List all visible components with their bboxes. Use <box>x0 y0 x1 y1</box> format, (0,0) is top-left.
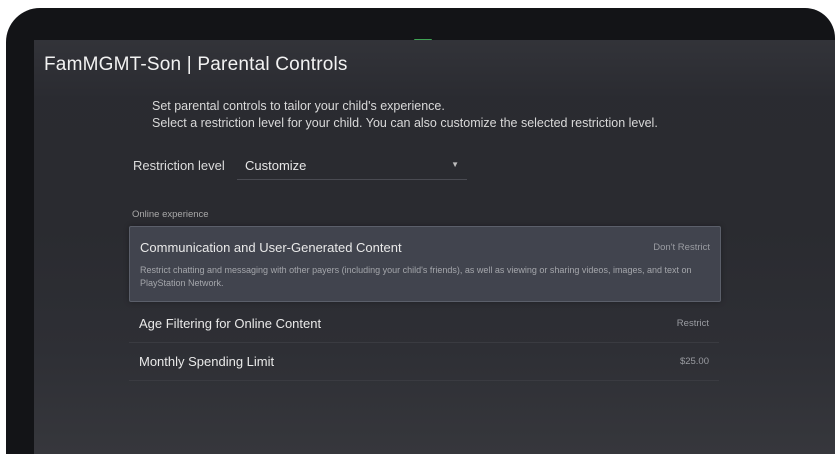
setting-description: Restrict chatting and messaging with oth… <box>140 265 692 288</box>
setting-status: Restrict <box>676 318 709 329</box>
page-title: FamMGMT-Son | Parental Controls <box>44 54 348 75</box>
restriction-level-label: Restriction level <box>133 158 225 173</box>
description-line-2: Select a restriction level for your chil… <box>152 116 658 130</box>
description-line-1: Set parental controls to tailor your chi… <box>152 99 445 113</box>
setting-age-filtering[interactable]: Age Filtering for Online Content Restric… <box>129 304 719 343</box>
online-experience-section-label: Online experience <box>132 209 209 220</box>
restriction-level-dropdown[interactable]: Customize ▼ <box>237 151 467 180</box>
setting-name: Communication and User-Generated Content <box>140 240 402 255</box>
setting-status: $25.00 <box>679 356 709 367</box>
setting-monthly-spending-limit[interactable]: Monthly Spending Limit $25.00 <box>129 342 719 381</box>
setting-communication-ugc[interactable]: Communication and User-Generated Content… <box>129 226 721 302</box>
setting-name: Monthly Spending Limit <box>139 354 275 369</box>
restriction-level-value: Customize <box>245 158 307 173</box>
setting-status: Don't Restrict <box>653 242 710 253</box>
screen: FamMGMT-Son | Parental Controls Set pare… <box>34 40 835 454</box>
dropdown-caret-icon: ▼ <box>451 160 459 169</box>
description: Set parental controls to tailor your chi… <box>152 98 658 132</box>
setting-name: Age Filtering for Online Content <box>139 316 322 331</box>
